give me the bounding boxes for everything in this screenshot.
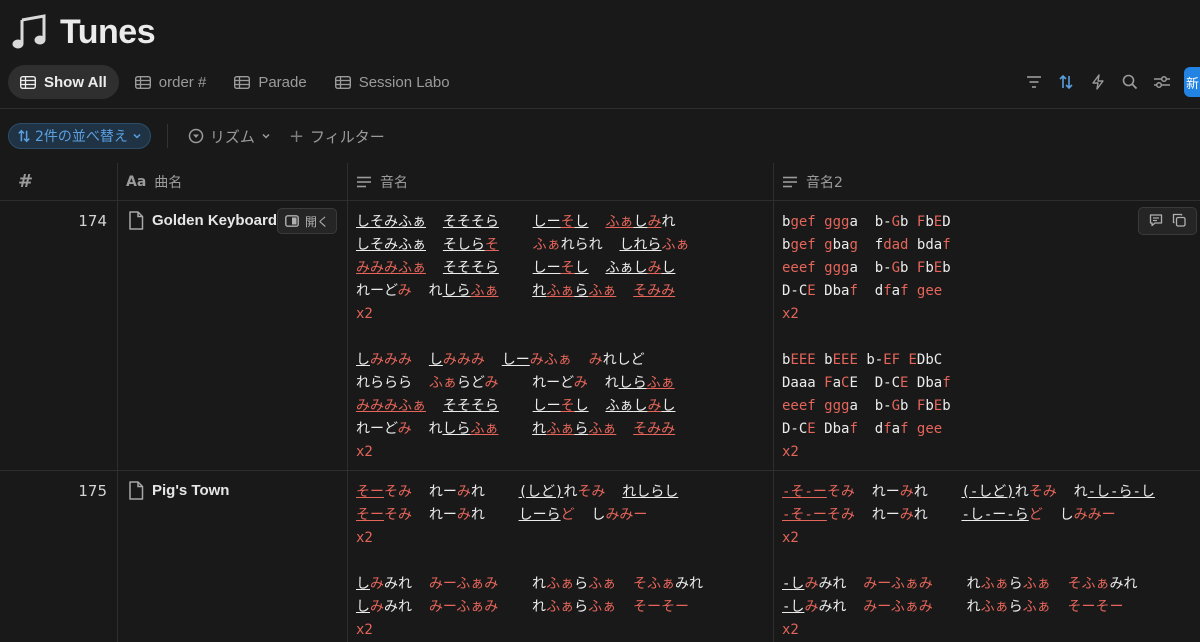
lightning-icon[interactable] — [1088, 72, 1108, 92]
notes-cell[interactable]: そーそみ れーみれ (しど)れそみ れしらし そーそみ れーみれ しーらど しみ… — [348, 471, 703, 642]
music-notes-icon[interactable] — [8, 10, 52, 54]
header-label: 音名 — [380, 174, 408, 191]
tab-label: order # — [158, 73, 207, 91]
divider — [0, 108, 1200, 109]
rhythm-label: リズム — [209, 127, 255, 146]
add-filter-button[interactable]: + フィルター — [289, 126, 385, 147]
new-button[interactable]: 新 — [1184, 67, 1200, 97]
divider — [166, 124, 168, 148]
filter-bar: 2件の並べ替え リズム + フィルター — [8, 122, 403, 150]
settings-sliders-icon[interactable] — [1152, 72, 1172, 92]
table-header: # Aa 曲名 音名 音名2 — [0, 163, 1200, 201]
tab-parade[interactable]: Parade — [222, 65, 318, 99]
row-number: 175 — [78, 482, 107, 500]
rhythm-filter[interactable]: リズム — [188, 126, 271, 147]
comment-icon[interactable] — [1149, 212, 1163, 231]
page-title: Tunes — [60, 12, 156, 51]
tune-name-text: Pig's Town — [152, 482, 230, 499]
table-icon — [134, 75, 151, 89]
page-icon — [129, 481, 144, 500]
cell-actions — [1138, 207, 1197, 235]
notes-cell[interactable]: しそみふぁ そそそら しーそし ふぁしみれ しそみふぁ そしらそ ふぁれられ し… — [348, 201, 689, 464]
notes2-cell[interactable]: -そ-ーそみ れーみれ (-しど)れそみ れ-し-ら-し -そ-ーそみ れーみれ… — [774, 471, 1155, 642]
chevron-down-icon — [133, 133, 141, 139]
table-icon — [334, 75, 351, 89]
open-button[interactable]: 開く — [277, 208, 338, 234]
table-icon — [234, 75, 251, 89]
views-bar: Show All order # Parade Session Labo — [8, 64, 462, 100]
notes2-cell[interactable]: bgef ggga b-Gb FbED bgef gbag fdad bdaf … — [774, 201, 951, 464]
page-icon — [129, 211, 144, 230]
page-header: Tunes — [8, 8, 156, 56]
tune-name[interactable]: Pig's Town — [118, 471, 229, 500]
tab-label: Parade — [258, 73, 307, 91]
table: # Aa 曲名 音名 音名2 174 Golden Keyboard しそみふぁ… — [0, 163, 1200, 642]
toolbar-right: 新 — [1024, 66, 1200, 98]
tab-session-labo[interactable]: Session Labo — [323, 65, 462, 99]
chevron-down-icon — [262, 133, 270, 139]
add-filter-label: フィルター — [310, 127, 385, 146]
sort-icon[interactable] — [1056, 72, 1076, 92]
tab-order[interactable]: order # — [123, 65, 219, 99]
copy-icon[interactable] — [1172, 212, 1186, 231]
side-peek-icon — [285, 215, 299, 227]
row-number: 174 — [78, 212, 107, 230]
tab-show-all[interactable]: Show All — [8, 65, 119, 99]
table-icon — [20, 75, 36, 89]
plus-icon: + — [288, 125, 305, 147]
open-label: 開く — [305, 214, 330, 229]
header-label: # — [18, 171, 34, 192]
sort-button[interactable]: 2件の並べ替え — [8, 123, 151, 149]
column-header-notes[interactable]: 音名 — [348, 163, 774, 200]
sort-label: 2件の並べ替え — [35, 129, 128, 145]
table-row[interactable]: 175 Pig's Town そーそみ れーみれ (しど)れそみ れしらし そー… — [0, 471, 1200, 642]
text-lines-icon — [783, 176, 797, 187]
select-circle-icon — [188, 128, 204, 144]
table-row[interactable]: 174 Golden Keyboard しそみふぁ そそそら しーそし ふぁしみ… — [0, 201, 1200, 471]
tab-label: Session Labo — [358, 73, 450, 91]
text-type-icon: Aa — [126, 173, 147, 190]
filter-icon[interactable] — [1024, 72, 1044, 92]
header-label: 曲名 — [154, 174, 183, 191]
column-header-number[interactable]: # — [0, 163, 118, 200]
column-header-name[interactable]: Aa 曲名 — [118, 163, 348, 200]
text-lines-icon — [357, 176, 371, 187]
tune-name[interactable]: Golden Keyboard — [118, 201, 277, 230]
new-button-label: 新 — [1186, 76, 1200, 92]
tune-name-text: Golden Keyboard — [152, 212, 278, 229]
column-header-notes2[interactable]: 音名2 — [774, 163, 1200, 200]
search-icon[interactable] — [1120, 72, 1140, 92]
tab-label: Show All — [44, 73, 107, 91]
header-label: 音名2 — [806, 174, 843, 191]
sort-icon — [18, 129, 30, 143]
